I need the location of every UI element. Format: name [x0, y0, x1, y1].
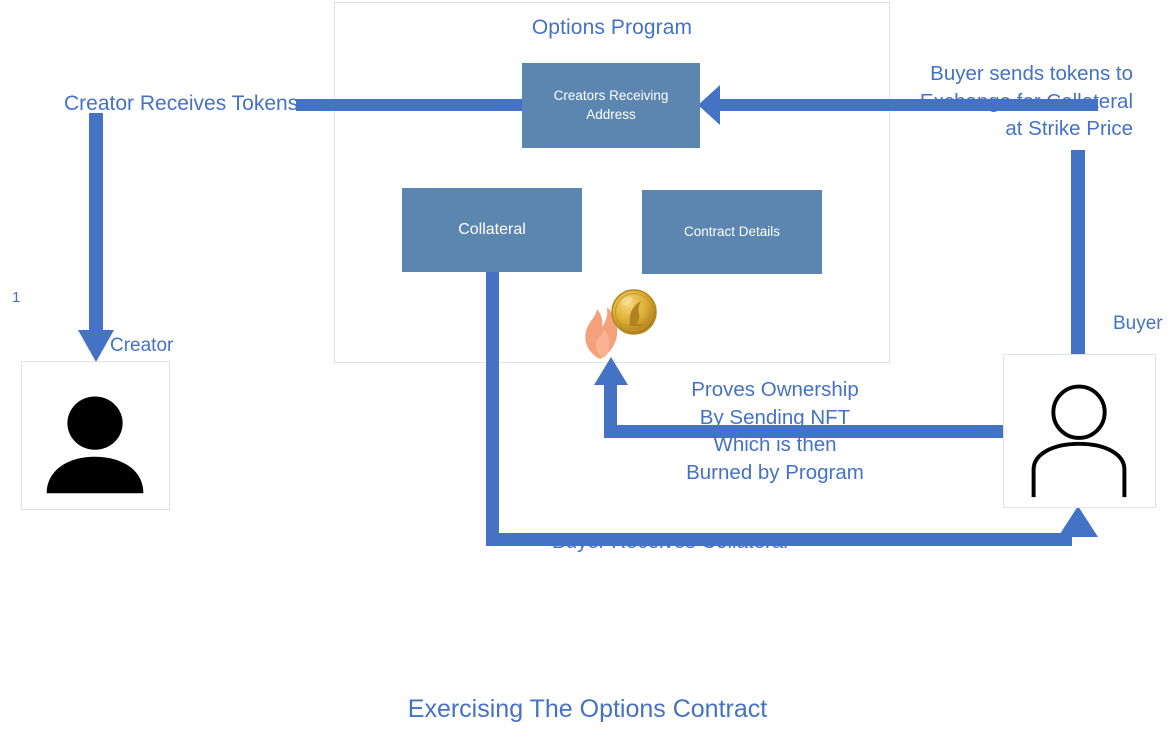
burn-icon-group — [578, 288, 658, 360]
arrowhead-left-to-creators-receiving-address — [698, 85, 720, 125]
buyer-avatar-box[interactable] — [1003, 354, 1156, 508]
box-creators-receiving-address[interactable]: Creators Receiving Address — [522, 63, 700, 148]
gold-coin-icon — [611, 289, 657, 335]
arrowhead-down-to-creator — [78, 330, 114, 362]
label-buyer-receives-collateral: Buyer Receives Collateral — [552, 530, 788, 553]
diagram-canvas: Options Program Creators Receiving Addre… — [0, 0, 1175, 742]
connector-to-creator-shaft — [89, 113, 103, 340]
options-program-title: Options Program — [531, 16, 693, 39]
connector-creator-receives-tokens — [296, 99, 524, 111]
label-step-number: 1 — [12, 289, 21, 306]
diagram-title: Exercising The Options Contract — [407, 695, 768, 723]
label-creator: Creator — [110, 335, 174, 356]
label-creator-receives-tokens: Creator Receives Tokens — [64, 92, 299, 115]
arrowhead-up-to-buyer — [1058, 506, 1098, 537]
person-outline-icon — [1031, 384, 1127, 498]
connector-buyer-vertical — [1071, 150, 1085, 356]
connector-nft-vertical — [604, 381, 617, 433]
person-filled-icon — [46, 396, 144, 494]
connector-collateral-vertical — [486, 268, 499, 546]
label-proves-ownership: Proves Ownership By Sending NFT Which is… — [686, 378, 864, 485]
arrowhead-up-to-burn — [594, 357, 628, 385]
label-buyer: Buyer — [1113, 313, 1163, 334]
box-collateral[interactable]: Collateral — [402, 188, 582, 272]
creator-avatar-box[interactable] — [21, 361, 170, 510]
label-buyer-sends-tokens: Buyer sends tokens to Exchange for Colla… — [919, 62, 1133, 141]
box-contract-details[interactable]: Contract Details — [642, 190, 822, 274]
